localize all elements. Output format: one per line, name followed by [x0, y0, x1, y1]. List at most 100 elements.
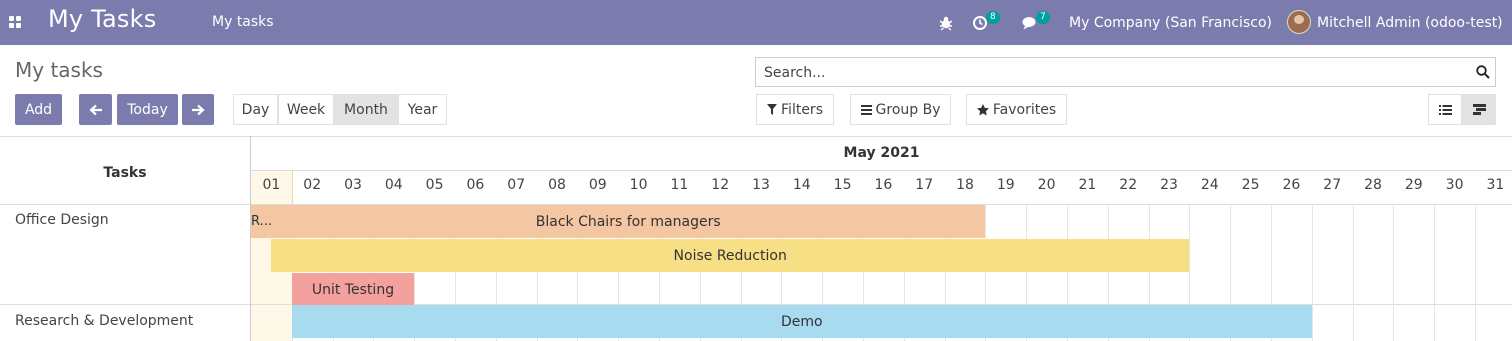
day-header-07: 07 — [507, 177, 526, 193]
day-header-21: 21 — [1078, 177, 1097, 193]
today-border — [1230, 170, 1231, 204]
today-border — [1067, 170, 1068, 204]
today-border — [822, 170, 823, 204]
gantt-view-button[interactable] — [1462, 94, 1496, 125]
today-border — [414, 170, 415, 204]
day-header-15: 15 — [833, 177, 852, 193]
day-gridline — [1434, 204, 1436, 341]
day-header-20: 20 — [1037, 177, 1056, 193]
today-border — [1149, 170, 1150, 204]
day-header-12: 12 — [711, 177, 730, 193]
previous-button[interactable] — [79, 94, 112, 125]
user-menu[interactable]: Mitchell Admin (odoo-test) — [1317, 0, 1503, 45]
day-header-24: 24 — [1200, 177, 1219, 193]
task-bar[interactable]: Demo — [291, 305, 1312, 338]
today-border — [496, 170, 497, 204]
search-input[interactable] — [762, 64, 1466, 82]
day-gridline — [1475, 204, 1476, 341]
day-gridline — [1352, 204, 1354, 341]
scale-week-button[interactable]: Week — [278, 94, 334, 125]
day-header-14: 14 — [792, 177, 811, 193]
gantt-view-icon — [1472, 104, 1486, 115]
scale-day-button[interactable]: Day — [233, 94, 278, 125]
today-border — [577, 170, 578, 204]
apps-menu-icon[interactable] — [9, 16, 21, 28]
search-box[interactable] — [755, 57, 1496, 87]
menu-item-my-tasks[interactable]: My tasks — [212, 14, 274, 30]
day-header-06: 06 — [466, 177, 485, 193]
today-button[interactable]: Today — [117, 94, 178, 125]
search-icon[interactable] — [1476, 65, 1490, 79]
day-header-01: 01 — [262, 177, 281, 193]
today-border — [904, 170, 905, 204]
day-header-25: 25 — [1241, 177, 1260, 193]
add-button[interactable]: Add — [15, 94, 62, 125]
day-header-04: 04 — [384, 177, 403, 193]
day-header-27: 27 — [1323, 177, 1342, 193]
list-view-icon — [1438, 104, 1452, 115]
day-header-23: 23 — [1160, 177, 1178, 193]
top-navbar: My Tasks My tasks 8 7 My Company (San Fr… — [0, 0, 1512, 45]
today-border — [1475, 170, 1476, 204]
today-border — [455, 170, 456, 204]
star-icon — [976, 103, 989, 115]
group-by-button[interactable]: Group By — [850, 94, 951, 125]
day-gridline — [1393, 204, 1395, 341]
next-button[interactable] — [182, 94, 214, 125]
day-header-26: 26 — [1282, 177, 1301, 193]
day-header-13: 13 — [752, 177, 770, 193]
today-border — [1108, 170, 1109, 204]
day-header-09: 09 — [588, 177, 607, 193]
filter-icon — [767, 104, 778, 115]
company-switcher[interactable]: My Company (San Francisco) — [1069, 0, 1272, 45]
today-border — [1353, 170, 1354, 204]
scale-year-button[interactable]: Year — [398, 94, 447, 125]
day-header-29: 29 — [1404, 177, 1423, 193]
filters-label: Filters — [781, 101, 823, 118]
day-header-16: 16 — [874, 177, 893, 193]
gantt-row-header: Tasks — [103, 165, 147, 181]
activity-count-badge: 8 — [986, 11, 1000, 24]
day-header-19: 19 — [996, 177, 1015, 193]
activity-clock-icon[interactable] — [972, 0, 988, 45]
day-gridline — [1311, 204, 1313, 341]
scale-month-button[interactable]: Month — [334, 94, 398, 125]
arrow-left-icon — [88, 104, 102, 115]
task-bar[interactable]: R... — [251, 205, 271, 238]
day-header-22: 22 — [1119, 177, 1138, 193]
day-header-11: 11 — [670, 177, 689, 193]
today-border — [333, 170, 334, 204]
task-bar[interactable]: Black Chairs for managers — [271, 205, 986, 238]
day-header-02: 02 — [303, 177, 322, 193]
task-bar[interactable]: Noise Reduction — [271, 239, 1190, 272]
breadcrumb: My tasks — [15, 58, 103, 82]
today-border — [741, 170, 742, 204]
favorites-button[interactable]: Favorites — [966, 94, 1067, 125]
debug-icon[interactable] — [938, 0, 954, 45]
day-header-10: 10 — [629, 177, 648, 193]
day-header-08: 08 — [548, 177, 566, 193]
group-office-design[interactable]: Office Design — [15, 212, 109, 228]
day-header-18: 18 — [956, 177, 974, 193]
filters-button[interactable]: Filters — [756, 94, 834, 125]
messages-chat-icon[interactable] — [1022, 0, 1040, 45]
today-border — [945, 170, 946, 204]
today-border — [1271, 170, 1272, 204]
messages-count-badge: 7 — [1036, 11, 1050, 24]
today-border — [985, 170, 986, 204]
group-research-development[interactable]: Research & Development — [15, 313, 193, 329]
user-avatar[interactable] — [1287, 10, 1311, 34]
today-border — [863, 170, 864, 204]
group-by-bars-icon — [860, 104, 872, 115]
today-border — [291, 170, 293, 204]
app-title[interactable]: My Tasks — [48, 5, 156, 33]
day-header-17: 17 — [915, 177, 934, 193]
list-view-button[interactable] — [1428, 94, 1462, 125]
today-border — [618, 170, 619, 204]
group-by-label: Group By — [875, 101, 941, 118]
day-header-31: 31 — [1486, 177, 1505, 193]
today-border — [781, 170, 782, 204]
task-bar[interactable]: Unit Testing — [291, 273, 415, 306]
gantt-chart: Tasks May 2021 01 02 03 04 05 06 07 08 09 10 11 12 1… — [0, 136, 1512, 341]
gantt-period-title: May 2021 — [843, 145, 920, 161]
